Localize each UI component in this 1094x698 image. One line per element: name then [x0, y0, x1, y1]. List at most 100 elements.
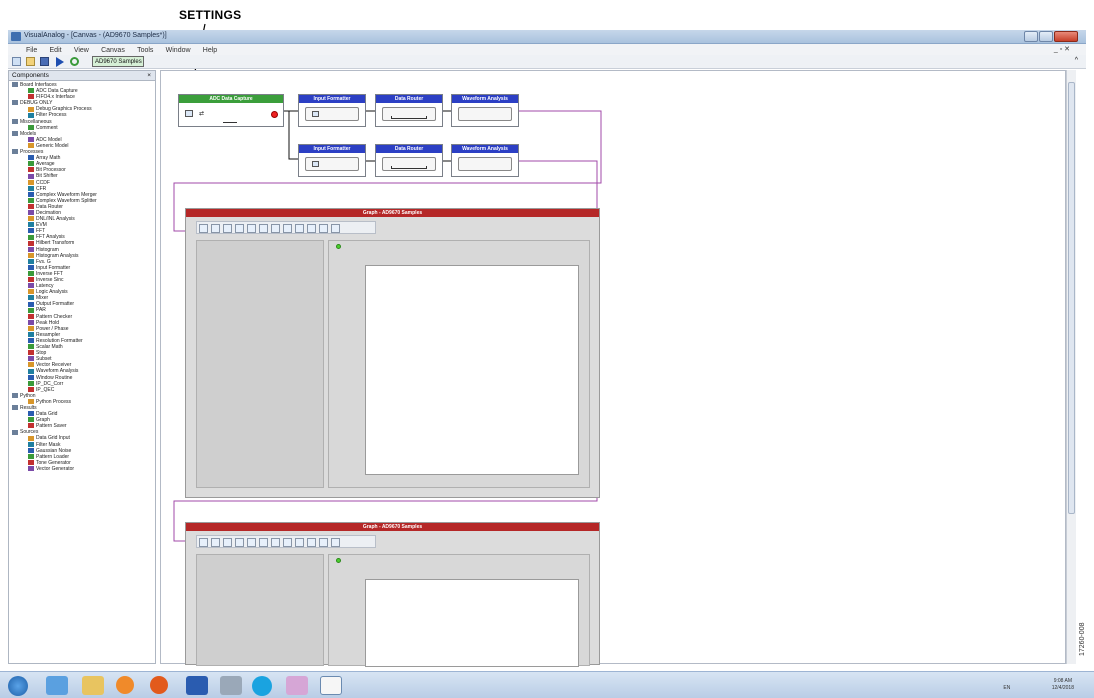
- graph-tool-icon[interactable]: [235, 538, 244, 547]
- graph-tool-icon[interactable]: [271, 224, 280, 233]
- canvas-vertical-scrollbar[interactable]: [1066, 70, 1076, 664]
- toolbar: AD9670 Samples ^: [8, 55, 1086, 69]
- graph-tool-icon[interactable]: [211, 538, 220, 547]
- run-icon[interactable]: [56, 57, 64, 67]
- graph-tool-icon[interactable]: [271, 538, 280, 547]
- dataset-selector[interactable]: AD9670 Samples: [92, 56, 144, 67]
- skype-icon[interactable]: [252, 676, 272, 696]
- tree-label: Histogram: [36, 246, 59, 253]
- mdi-controls[interactable]: _ ▫ ✕: [1054, 44, 1070, 55]
- tree-label: Histogram Analysis: [36, 252, 79, 259]
- save-icon[interactable]: [40, 57, 49, 66]
- graph-tool-icon[interactable]: [331, 538, 340, 547]
- tree-label: Scalar Math: [36, 344, 63, 351]
- word-icon[interactable]: [186, 676, 208, 695]
- component-icon: [28, 289, 34, 295]
- graph-tool-icon[interactable]: [247, 224, 256, 233]
- paint-icon[interactable]: [286, 676, 308, 695]
- graph-tool-icon[interactable]: [223, 224, 232, 233]
- component-icon: [28, 368, 34, 374]
- component-icon: [28, 362, 34, 368]
- menu-edit[interactable]: Edit: [50, 47, 62, 54]
- menu-tools[interactable]: Tools: [137, 47, 153, 54]
- graph-tool-icon[interactable]: [283, 538, 292, 547]
- component-icon: [28, 350, 34, 356]
- new-icon[interactable]: [12, 57, 21, 66]
- start-icon[interactable]: [8, 676, 28, 696]
- maximize-button[interactable]: [1039, 31, 1053, 42]
- tree-label: Mixer: [36, 295, 49, 302]
- explorer-icon[interactable]: [82, 676, 104, 695]
- window-titlebar: VisualAnalog - [Canvas - (AD9670 Samples…: [8, 30, 1086, 44]
- graph-tool-icon[interactable]: [331, 224, 340, 233]
- graph-tool-icon[interactable]: [211, 224, 220, 233]
- graph-tool-icon[interactable]: [319, 538, 328, 547]
- tree-item[interactable]: Vector Generator: [12, 466, 155, 472]
- language-indicator[interactable]: EN: [1003, 685, 1010, 691]
- component-icon: [28, 453, 34, 459]
- component-icon: [28, 216, 34, 222]
- graph-tool-icon[interactable]: [259, 538, 268, 547]
- menu-window[interactable]: Window: [166, 47, 191, 54]
- graph-tool-icon[interactable]: [247, 538, 256, 547]
- graph-tool-icon[interactable]: [223, 538, 232, 547]
- close-button[interactable]: [1054, 31, 1078, 42]
- collapse-icon[interactable]: ^: [1075, 57, 1078, 64]
- tree-label: Bit Shifter: [36, 173, 58, 180]
- component-icon: [28, 222, 34, 228]
- component-icon: [28, 301, 34, 307]
- component-icon: [28, 264, 34, 270]
- tree-label: Inverse Sinc: [36, 277, 64, 283]
- components-header: Components ×: [9, 71, 155, 81]
- components-panel: Components × Board Interfaces ADC Data Cap…: [8, 70, 156, 664]
- menu-file[interactable]: File: [26, 47, 37, 54]
- tree-label: Average: [36, 161, 55, 168]
- canvas[interactable]: ADC Data Capture ⇄ Input Formatter Data …: [160, 70, 1066, 667]
- system-tray: EN 9:08 AM 12/4/2018: [1003, 678, 1074, 692]
- clock-time: 9:08 AM: [1053, 678, 1073, 684]
- folder-icon: [12, 118, 18, 124]
- visualanalog-icon[interactable]: [320, 676, 342, 695]
- clock[interactable]: 9:08 AM 12/4/2018: [1052, 678, 1074, 692]
- graph-window-2[interactable]: Graph - AD9670 Samples: [185, 522, 600, 667]
- plot-area[interactable]: [365, 579, 579, 667]
- component-icon: [28, 417, 34, 423]
- graph-tool-icon[interactable]: [295, 538, 304, 547]
- media-icon[interactable]: [116, 676, 134, 694]
- plot-area[interactable]: [365, 265, 579, 475]
- refresh-icon[interactable]: [70, 57, 79, 66]
- tree-label: IP_QEC: [36, 386, 55, 393]
- component-icon: [28, 137, 34, 143]
- graph-tool-icon[interactable]: [199, 538, 208, 547]
- menu-canvas[interactable]: Canvas: [101, 47, 125, 54]
- graph-tool-icon[interactable]: [307, 224, 316, 233]
- graph-tool-icon[interactable]: [283, 224, 292, 233]
- graph-toolbar: [196, 535, 376, 548]
- firefox-icon[interactable]: [150, 676, 168, 694]
- menu-view[interactable]: View: [74, 47, 89, 54]
- graph-tool-icon[interactable]: [319, 224, 328, 233]
- tools-icon[interactable]: [220, 676, 242, 695]
- menu-help[interactable]: Help: [203, 47, 217, 54]
- component-icon: [28, 252, 34, 258]
- ie-icon[interactable]: [46, 676, 68, 695]
- window-title: VisualAnalog - [Canvas - (AD9670 Samples…: [24, 32, 167, 39]
- graph-tool-icon[interactable]: [307, 538, 316, 547]
- folder-icon: [12, 149, 18, 155]
- clock-date: 12/4/2018: [1051, 685, 1074, 691]
- component-icon: [28, 423, 34, 429]
- graph-tool-icon[interactable]: [199, 224, 208, 233]
- minimize-button[interactable]: [1024, 31, 1038, 42]
- graph-tool-icon[interactable]: [235, 224, 244, 233]
- graph-window-1[interactable]: Graph - AD9670 Samples: [185, 208, 600, 498]
- tree-label: Processes: [20, 149, 44, 156]
- tree-label: Filter Mask: [36, 441, 61, 448]
- scrollbar-thumb[interactable]: [1068, 82, 1075, 514]
- graph-tool-icon[interactable]: [259, 224, 268, 233]
- pin-icon[interactable]: ×: [147, 71, 151, 81]
- tree-label: Output Formatter: [36, 301, 75, 308]
- tree-label: CFR: [36, 185, 47, 192]
- tree-label: Complex Waveform Splitter: [36, 197, 97, 204]
- graph-tool-icon[interactable]: [295, 224, 304, 233]
- open-icon[interactable]: [26, 57, 35, 66]
